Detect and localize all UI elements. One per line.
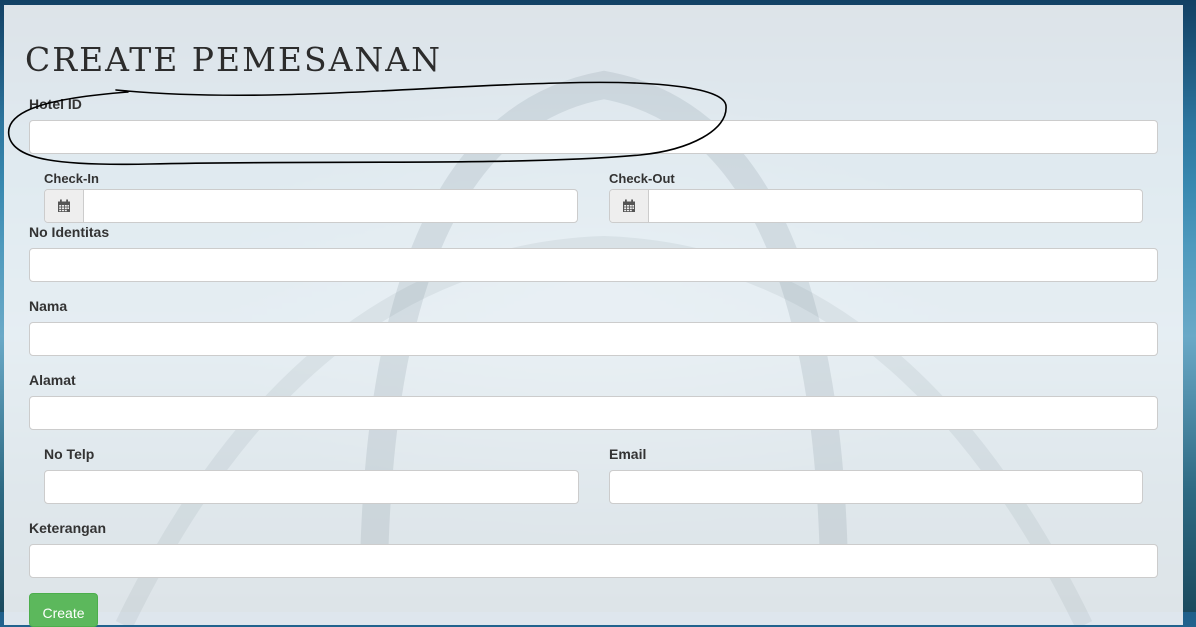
hotel-id-label: Hotel ID [29, 96, 82, 112]
keterangan-label: Keterangan [29, 520, 107, 536]
calendar-icon[interactable] [610, 190, 649, 222]
check-in-input[interactable] [84, 190, 577, 222]
check-in-label: Check-In [44, 171, 99, 186]
no-identitas-input[interactable] [29, 248, 1158, 282]
check-in-datepicker[interactable] [44, 189, 578, 223]
no-identitas-label: No Identitas [29, 224, 110, 240]
page-title: CREATE PEMESANAN [25, 40, 442, 79]
check-out-input[interactable] [649, 190, 1142, 222]
no-telp-label: No Telp [44, 446, 95, 462]
email-input[interactable] [609, 470, 1143, 504]
email-label: Email [609, 446, 647, 462]
check-out-label: Check-Out [609, 171, 675, 186]
nama-label: Nama [29, 298, 68, 314]
check-out-datepicker[interactable] [609, 189, 1143, 223]
no-telp-input[interactable] [44, 470, 579, 504]
background-arch-decoration [115, 70, 1093, 625]
nama-input[interactable] [29, 322, 1158, 356]
form-panel [4, 5, 1183, 625]
calendar-icon[interactable] [45, 190, 84, 222]
hotel-id-input[interactable] [29, 120, 1158, 154]
keterangan-input[interactable] [29, 544, 1158, 578]
alamat-label: Alamat [29, 372, 76, 388]
create-button[interactable]: Create [29, 593, 98, 627]
alamat-input[interactable] [29, 396, 1158, 430]
